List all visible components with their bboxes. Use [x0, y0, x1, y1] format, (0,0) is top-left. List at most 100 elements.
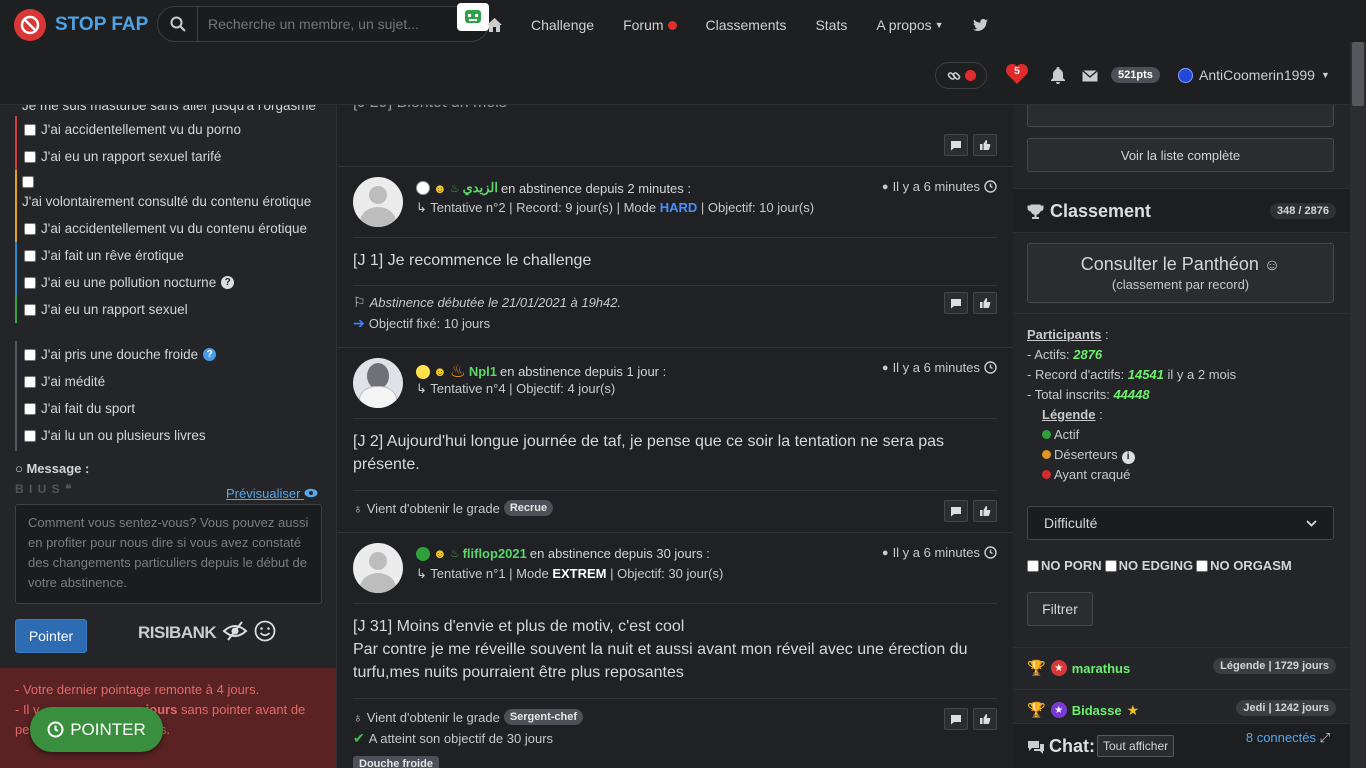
- format-toolbar[interactable]: B I U S ❝: [15, 482, 72, 496]
- partial-button[interactable]: [1027, 105, 1334, 127]
- comment-button[interactable]: [944, 292, 968, 314]
- stat-value: 2876: [1073, 347, 1103, 362]
- checkbox-row[interactable]: J'ai fait un rêve érotique: [24, 248, 184, 263]
- search-button[interactable]: [158, 7, 198, 41]
- checkbox[interactable]: [24, 375, 36, 388]
- participants-label-text: Participants: [1027, 327, 1102, 342]
- pantheon-button[interactable]: Consulter le Panthéon ☺ (classement par …: [1027, 243, 1334, 303]
- thumbs-up-icon: [980, 140, 991, 150]
- chat-show-all-button[interactable]: Tout afficher: [1097, 735, 1175, 757]
- checkbox[interactable]: [24, 123, 36, 136]
- nav-forum[interactable]: Forum: [623, 17, 677, 33]
- ranking-name: 🏆 ★ Bidasse ★: [1027, 701, 1139, 720]
- checkbox-row[interactable]: J'ai volontairement consulté du contenu …: [22, 176, 311, 209]
- home-icon[interactable]: [486, 17, 503, 33]
- help-icon[interactable]: ?: [221, 276, 235, 289]
- like-button[interactable]: [973, 134, 997, 156]
- like-button[interactable]: [973, 708, 997, 730]
- submit-pointer-button[interactable]: Pointer: [15, 619, 87, 653]
- checkbox-row[interactable]: J'ai médité: [24, 374, 105, 389]
- checkbox[interactable]: [24, 222, 36, 235]
- help-icon[interactable]: ?: [203, 348, 217, 361]
- checkbox-row[interactable]: J'ai eu un rapport sexuel: [24, 302, 188, 317]
- nav-classements[interactable]: Classements: [706, 17, 787, 33]
- checkbox-row[interactable]: J'ai accidentellement vu du porno: [24, 122, 241, 137]
- post-username[interactable]: fliflop2021: [463, 546, 527, 561]
- checkbox-row[interactable]: J'ai pris une douche froide?: [24, 347, 217, 362]
- post-username[interactable]: Npl1: [469, 364, 497, 379]
- robot-icon[interactable]: [457, 3, 489, 31]
- user-menu[interactable]: AntiCoomerin1999 ▼: [1178, 67, 1330, 83]
- like-button[interactable]: [973, 292, 997, 314]
- bell-icon[interactable]: [1049, 66, 1067, 87]
- ranking-row[interactable]: 🏆 ★ marathus Légende | 1729 jours: [1013, 647, 1350, 687]
- checkbox-row[interactable]: J'ai eu une pollution nocturne?: [24, 275, 235, 290]
- risibank-button[interactable]: RISIBANK: [138, 620, 276, 645]
- chat-bar[interactable]: Chat: Tout afficher 8 connectés ⤢: [1013, 723, 1350, 768]
- checkbox[interactable]: [24, 348, 36, 361]
- checkbox-row[interactable]: J'ai eu un rapport sexuel tarifé: [24, 149, 221, 164]
- preview-link[interactable]: Prévisualiser: [226, 486, 318, 501]
- scrollbar[interactable]: [1350, 42, 1366, 768]
- post-subinfo: ↳ Tentative n°1 | Mode EXTREM | Objectif…: [416, 566, 723, 582]
- post-text: [J 2] Aujourd'hui longue journée de taf,…: [353, 433, 945, 473]
- info-icon[interactable]: i: [1121, 450, 1135, 464]
- like-button[interactable]: [973, 500, 997, 522]
- avatar[interactable]: [353, 358, 403, 408]
- checkbox[interactable]: [22, 176, 34, 188]
- difficulty-select[interactable]: Difficulté: [1027, 506, 1334, 540]
- nav-a-propos[interactable]: A propos ▼: [876, 17, 943, 33]
- search-bar: [157, 6, 489, 42]
- post-header: ☻ ♨ fliflop2021 en abstinence depuis 30 …: [416, 546, 710, 561]
- message-textarea[interactable]: Comment vous sentez-vous? Vous pouvez au…: [15, 504, 322, 604]
- checkbox[interactable]: [1027, 559, 1039, 572]
- comment-button[interactable]: [944, 500, 968, 522]
- medal-icon: ♁: [353, 500, 363, 516]
- filter-checkbox[interactable]: NO ORGASM: [1196, 558, 1292, 573]
- nav-stats[interactable]: Stats: [815, 17, 847, 33]
- comment-button[interactable]: [944, 708, 968, 730]
- checkbox[interactable]: [24, 249, 36, 262]
- scrollbar-thumb[interactable]: [1352, 42, 1364, 106]
- checkbox-row[interactable]: J'ai fait du sport: [24, 401, 135, 416]
- risibank-logo: RISIBANK: [138, 622, 217, 642]
- preview-label: Prévisualiser: [226, 486, 301, 501]
- checkbox[interactable]: [24, 150, 36, 163]
- avatar[interactable]: [353, 543, 403, 593]
- hide-eye-icon[interactable]: [222, 620, 248, 645]
- globe-icon: ●: [881, 361, 889, 374]
- floating-pointer-button[interactable]: POINTER: [30, 707, 163, 752]
- chat-connected[interactable]: 8 connectés ⤢: [1246, 730, 1330, 746]
- post-username[interactable]: الزيدي: [463, 180, 498, 196]
- checkbox-row[interactable]: J'ai accidentellement vu du contenu érot…: [24, 221, 307, 236]
- footer-text: Vient d'obtenir le grade: [366, 709, 500, 725]
- checkbox[interactable]: [24, 303, 36, 316]
- site-logo[interactable]: STOP FAP: [14, 9, 148, 41]
- legend-dot: [1042, 450, 1051, 459]
- see-full-list-button[interactable]: Voir la liste complète: [1027, 138, 1334, 172]
- checkbox[interactable]: [1104, 559, 1117, 572]
- status-toggle[interactable]: [935, 62, 987, 89]
- checkbox[interactable]: [24, 402, 36, 415]
- subinfo-text: | Objectif: 30 jour(s): [606, 566, 724, 581]
- comment-button[interactable]: [944, 134, 968, 156]
- mail-icon[interactable]: [1082, 69, 1098, 85]
- clock-icon: [984, 546, 997, 559]
- chevron-down-icon: [1306, 519, 1317, 527]
- post: ☻ ♨ الزيدي en abstinence depuis 2 minute…: [338, 167, 1013, 348]
- checkbox-row[interactable]: J'ai lu un ou plusieurs livres: [24, 428, 206, 443]
- twitter-icon[interactable]: [972, 18, 988, 32]
- heart-notif-icon[interactable]: 5: [1005, 63, 1029, 88]
- filter-button[interactable]: Filtrer: [1027, 592, 1093, 626]
- checkbox[interactable]: [24, 276, 36, 289]
- avatar[interactable]: [353, 177, 403, 227]
- nav-challenge[interactable]: Challenge: [531, 17, 594, 33]
- nav-a-propos-label: A propos: [876, 17, 932, 33]
- search-input[interactable]: [198, 16, 438, 32]
- filter-checkbox[interactable]: NO PORN: [1027, 558, 1102, 573]
- filter-checkbox[interactable]: NO EDGING: [1104, 558, 1193, 573]
- smiley-icon[interactable]: [254, 620, 276, 645]
- checkbox[interactable]: [24, 429, 36, 442]
- checkbox[interactable]: [1196, 559, 1209, 572]
- post-actions: [944, 292, 997, 314]
